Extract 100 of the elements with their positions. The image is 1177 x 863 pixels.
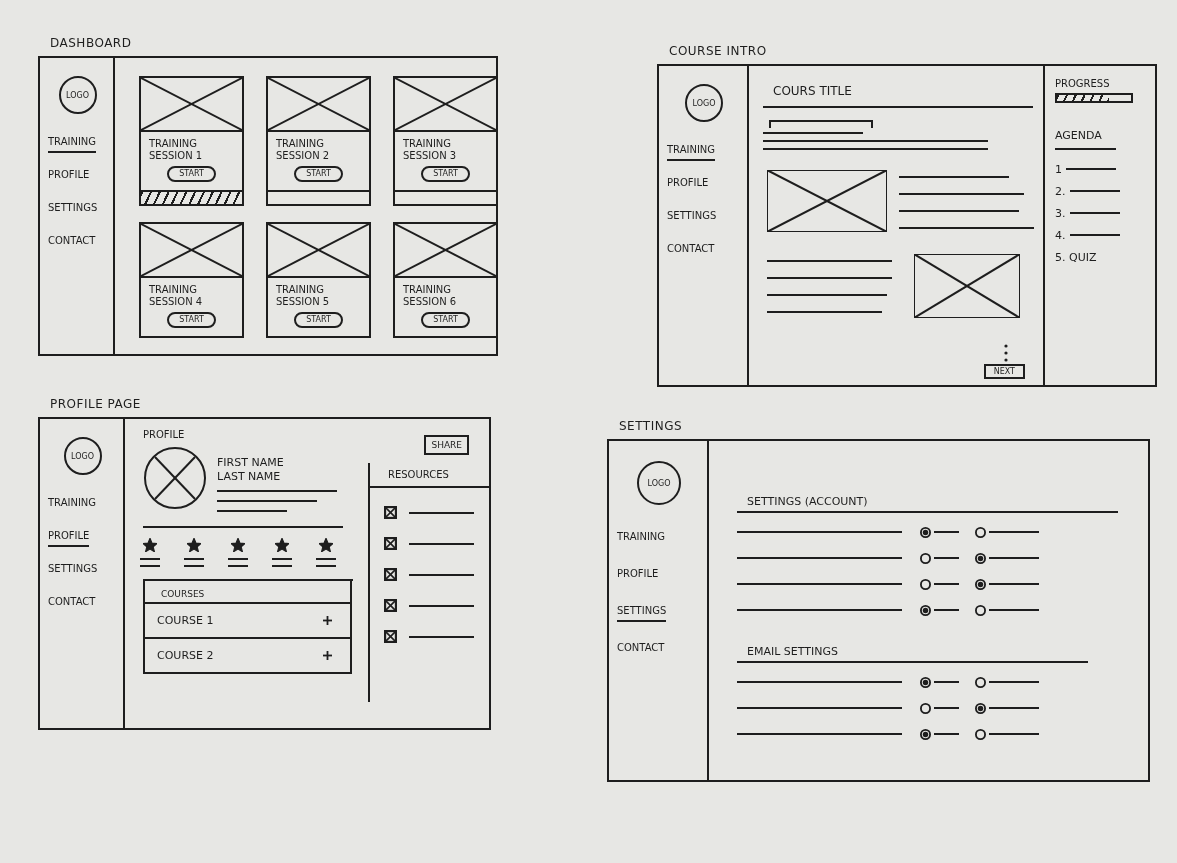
vertical-ellipsis-icon: [1003, 344, 1008, 362]
nav-link[interactable]: CONTACT: [48, 596, 96, 613]
plus-icon[interactable]: [323, 615, 332, 625]
card-title: TRAINING SESSION 4: [148, 283, 204, 309]
sketch-title: DASHBOARD: [50, 36, 132, 50]
agenda-number[interactable]: 1: [1055, 162, 1062, 176]
agenda-number[interactable]: 4.: [1055, 228, 1066, 242]
plus-icon[interactable]: [323, 650, 332, 660]
start-button[interactable]: START: [294, 312, 343, 328]
agenda-number[interactable]: 3.: [1055, 206, 1066, 220]
radio-button[interactable]: [920, 578, 931, 590]
nav-link[interactable]: TRAINING: [617, 531, 666, 548]
radio-button[interactable]: [920, 676, 931, 688]
nav-link[interactable]: CONTACT: [617, 642, 665, 659]
checkbox[interactable]: [384, 537, 397, 550]
logo: LOGO: [685, 84, 723, 122]
radio-button[interactable]: [975, 728, 986, 740]
sketch-title: SETTINGS: [619, 419, 683, 433]
section-heading: EMAIL SETTINGS: [737, 645, 1088, 663]
logo: LOGO: [58, 76, 97, 114]
text-placeholder-line: [316, 557, 336, 560]
text-placeholder-line: [934, 557, 959, 559]
text-placeholder-line: [184, 564, 204, 567]
text-placeholder-line: [1069, 212, 1120, 214]
text-placeholder-line: [989, 609, 1039, 611]
text-placeholder-line: [989, 707, 1039, 709]
start-button[interactable]: START: [421, 312, 470, 328]
nav-link[interactable]: SETTINGS: [617, 605, 667, 622]
text-placeholder-line: [989, 531, 1039, 533]
checkbox[interactable]: [384, 630, 397, 643]
start-button[interactable]: START: [294, 166, 343, 182]
logo: LOGO: [637, 461, 681, 505]
text-placeholder-line: [934, 531, 959, 533]
course-name: COURSE 1: [157, 613, 214, 627]
card-title: TRAINING SESSION 6: [402, 283, 458, 309]
course-title: COURS TITLE: [772, 83, 852, 100]
text-placeholder-line: [989, 583, 1039, 585]
start-button[interactable]: START: [167, 312, 216, 328]
radio-button[interactable]: [975, 552, 986, 564]
agenda-item[interactable]: 5. QUIZ: [1055, 250, 1097, 264]
radio-button[interactable]: [920, 526, 931, 538]
text-placeholder-line: [989, 681, 1039, 683]
text-placeholder-line: [934, 609, 959, 611]
text-placeholder-line: [272, 557, 292, 560]
next-button[interactable]: NEXT: [983, 364, 1025, 379]
text-placeholder-line: [316, 564, 336, 567]
nav-link[interactable]: PROFILE: [617, 568, 659, 585]
star-icon: [319, 537, 333, 552]
nav-link[interactable]: PROFILE: [48, 169, 90, 186]
text-placeholder-line: [228, 564, 248, 567]
card-title: TRAINING SESSION 5: [275, 283, 331, 309]
star-icon: [275, 537, 289, 552]
sketch-title: COURSE INTRO: [669, 44, 767, 58]
radio-button[interactable]: [920, 552, 931, 564]
radio-button[interactable]: [975, 702, 986, 714]
nav-link[interactable]: CONTACT: [667, 243, 715, 260]
logo: LOGO: [63, 437, 102, 475]
sketch-title: PROFILE PAGE: [50, 397, 141, 411]
agenda-heading: AGENDA: [1055, 129, 1116, 150]
radio-button[interactable]: [975, 526, 986, 538]
share-button[interactable]: SHARE: [424, 435, 469, 455]
card-title: TRAINING SESSION 3: [402, 137, 458, 163]
course-name: COURSE 2: [157, 648, 214, 662]
text-placeholder-line: [934, 733, 959, 735]
nav-link[interactable]: TRAINING: [48, 497, 97, 514]
start-button[interactable]: START: [167, 166, 216, 182]
radio-button[interactable]: [920, 728, 931, 740]
nav-link[interactable]: PROFILE: [667, 177, 709, 194]
radio-button[interactable]: [975, 578, 986, 590]
first-name: FIRST NAME: [217, 456, 284, 470]
text-placeholder-line: [934, 583, 959, 585]
checkbox[interactable]: [384, 568, 397, 581]
card-title: TRAINING SESSION 2: [275, 137, 331, 163]
start-button[interactable]: START: [421, 166, 470, 182]
nav-link[interactable]: PROFILE: [48, 530, 90, 547]
text-placeholder-line: [140, 557, 160, 560]
text-placeholder-line: [989, 557, 1039, 559]
checkbox[interactable]: [384, 506, 397, 519]
radio-button[interactable]: [920, 702, 931, 714]
text-placeholder-line: [934, 681, 959, 683]
nav-link[interactable]: CONTACT: [48, 235, 96, 252]
agenda-number[interactable]: 2.: [1055, 184, 1066, 198]
nav-link[interactable]: TRAINING: [48, 136, 97, 153]
table-header: COURSES: [145, 580, 350, 604]
nav-link[interactable]: SETTINGS: [48, 202, 98, 219]
card-title: TRAINING SESSION 1: [148, 137, 204, 163]
nav-link[interactable]: SETTINGS: [48, 563, 98, 580]
checkbox[interactable]: [384, 599, 397, 612]
nav-link[interactable]: SETTINGS: [667, 210, 717, 227]
radio-button[interactable]: [975, 676, 986, 688]
radio-button[interactable]: [920, 604, 931, 616]
text-placeholder-line: [1069, 234, 1120, 236]
radio-button[interactable]: [975, 604, 986, 616]
nav-link[interactable]: TRAINING: [667, 144, 716, 161]
star-icon: [187, 537, 201, 552]
text-placeholder-line: [409, 511, 474, 514]
text-placeholder-line: [228, 557, 248, 560]
text-placeholder-line: [1066, 168, 1116, 170]
last-name: LAST NAME: [217, 469, 281, 484]
text-placeholder-line: [140, 564, 160, 567]
